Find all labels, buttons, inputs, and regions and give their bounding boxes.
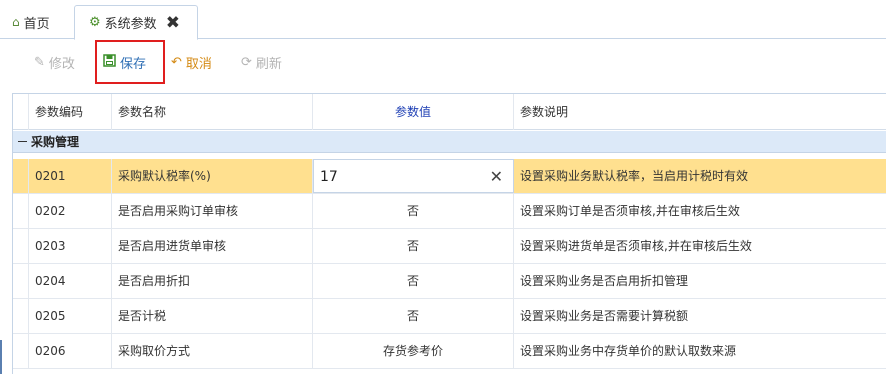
tab-system-params-label: 系统参数 xyxy=(104,17,157,32)
row-number-header xyxy=(13,94,29,130)
cell-name: 是否计税 xyxy=(112,299,313,333)
cell-value[interactable]: 否 xyxy=(313,229,514,263)
edit-button-label: 修改 xyxy=(48,56,75,72)
table-row[interactable]: 0206 采购取价方式 存货参考价 设置采购业务中存货单价的默认取数来源 xyxy=(13,334,886,369)
group-row-purchasing[interactable]: 采购管理 xyxy=(13,131,886,153)
cancel-button[interactable]: ↶ 取消 xyxy=(171,51,212,73)
cell-value[interactable]: 存货参考价 xyxy=(313,334,514,368)
collapse-icon[interactable] xyxy=(18,141,27,142)
row-indicator xyxy=(13,264,29,298)
tab-system-params[interactable]: ⚙ 系统参数 ✖ xyxy=(74,5,198,40)
table-row[interactable]: 0204 是否启用折扣 否 设置采购业务是否启用折扣管理 xyxy=(13,264,886,299)
cell-value[interactable]: 否 xyxy=(313,194,514,228)
cell-desc: 设置采购业务是否需要计算税额 xyxy=(520,309,689,323)
refresh-icon: ⟳ xyxy=(241,54,252,70)
cell-desc: 设置采购订单是否须审核,并在审核后生效 xyxy=(520,204,740,218)
tab-bar: ⌂ 首页 ⚙ 系统参数 ✖ xyxy=(0,0,886,40)
cell-name: 是否启用进货单审核 xyxy=(112,229,313,263)
column-header-value[interactable]: 参数值 xyxy=(313,94,514,130)
close-icon[interactable]: ✖ xyxy=(166,13,180,33)
grid-header: 参数编码 参数名称 参数值 参数说明 xyxy=(13,94,886,130)
gear-icon: ⚙ xyxy=(89,15,101,30)
cell-code: 0204 xyxy=(29,264,112,298)
group-label: 采购管理 xyxy=(31,135,80,149)
row-indicator xyxy=(13,334,29,368)
cell-code: 0206 xyxy=(29,334,112,368)
params-grid: 参数编码 参数名称 参数值 参数说明 采购管理 0201 采购默认税率(%) ✕… xyxy=(12,93,886,374)
tab-home-label: 首页 xyxy=(23,16,50,32)
row-indicator xyxy=(13,194,29,228)
cell-name: 是否启用折扣 xyxy=(112,264,313,298)
cell-name: 采购默认税率(%) xyxy=(112,159,313,193)
value-editor[interactable]: ✕ xyxy=(313,159,514,193)
cell-code: 0203 xyxy=(29,229,112,263)
value-input[interactable] xyxy=(320,166,480,188)
home-icon: ⌂ xyxy=(12,15,20,29)
row-indicator xyxy=(13,159,29,193)
edit-icon: ✎ xyxy=(34,54,45,70)
table-row[interactable]: 0203 是否启用进货单审核 否 设置采购进货单是否须审核,并在审核后生效 xyxy=(13,229,886,264)
row-indicator xyxy=(13,229,29,263)
cancel-button-label: 取消 xyxy=(185,56,212,72)
cell-value[interactable]: 否 xyxy=(313,264,514,298)
save-highlight-box xyxy=(95,40,165,84)
refresh-button[interactable]: ⟳ 刷新 xyxy=(241,51,282,73)
cell-value[interactable]: 否 xyxy=(313,299,514,333)
cell-desc: 设置采购业务是否启用折扣管理 xyxy=(520,274,689,288)
table-row[interactable]: 0202 是否启用采购订单审核 否 设置采购订单是否须审核,并在审核后生效 xyxy=(13,194,886,229)
tab-home[interactable]: ⌂ 首页 xyxy=(12,5,72,39)
column-header-code[interactable]: 参数编码 xyxy=(29,94,112,130)
cell-desc: 设置采购业务中存货单价的默认取数来源 xyxy=(520,344,737,358)
cell-desc: 设置采购业务默认税率，当启用计税时有效 xyxy=(520,169,749,183)
row-indicator xyxy=(13,299,29,333)
edit-button[interactable]: ✎ 修改 xyxy=(34,51,75,73)
column-header-desc[interactable]: 参数说明 xyxy=(514,94,886,130)
left-edge-bar xyxy=(0,340,2,374)
column-header-name[interactable]: 参数名称 xyxy=(112,94,313,130)
undo-icon: ↶ xyxy=(171,54,182,70)
cell-name: 采购取价方式 xyxy=(112,334,313,368)
cell-code: 0201 xyxy=(29,159,112,193)
cell-code: 0205 xyxy=(29,299,112,333)
clear-icon[interactable]: ✕ xyxy=(490,167,503,186)
cell-code: 0202 xyxy=(29,194,112,228)
cell-name: 是否启用采购订单审核 xyxy=(112,194,313,228)
cell-desc: 设置采购进货单是否须审核,并在审核后生效 xyxy=(520,239,752,253)
refresh-button-label: 刷新 xyxy=(255,56,282,72)
table-row[interactable]: 0201 采购默认税率(%) ✕ 设置采购业务默认税率，当启用计税时有效 xyxy=(13,159,886,194)
table-row[interactable]: 0205 是否计税 否 设置采购业务是否需要计算税额 xyxy=(13,299,886,334)
